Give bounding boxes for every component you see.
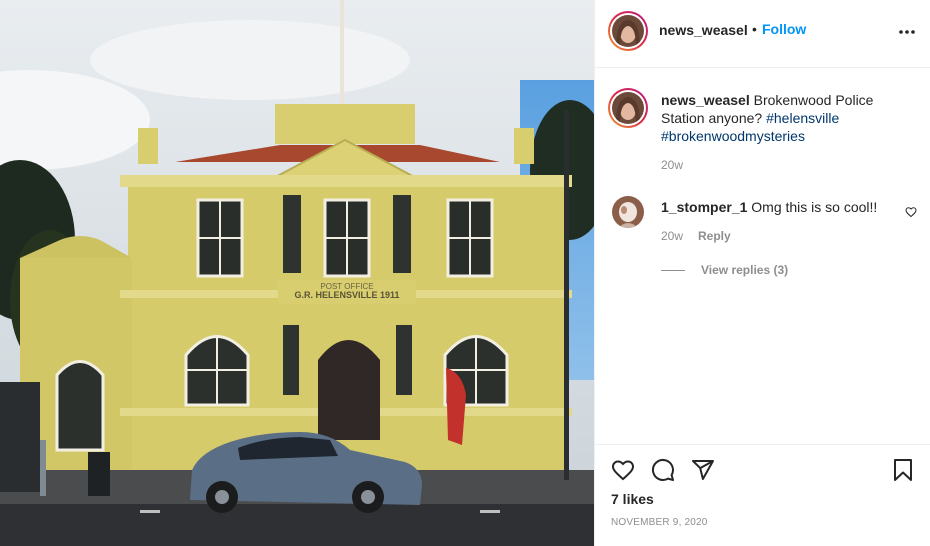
separator-dot: • (752, 21, 757, 37)
post-actions: 7 likes NOVEMBER 9, 2020 (595, 444, 930, 546)
heart-icon[interactable] (611, 458, 635, 482)
post-details-panel: news_weasel • Follow news_weasel Brokenw… (594, 0, 930, 546)
caption-avatar-image (612, 92, 644, 124)
author-username[interactable]: news_weasel (659, 22, 748, 38)
author-avatar-image (612, 15, 644, 47)
comment-timestamp[interactable]: 20w (661, 229, 683, 243)
share-icon[interactable] (691, 458, 715, 482)
comment-text: 1_stomper_1 Omg this is so cool!! (661, 198, 891, 216)
view-replies-button[interactable]: View replies (3) (661, 263, 788, 277)
post-date[interactable]: NOVEMBER 9, 2020 (611, 517, 708, 528)
post-photo[interactable]: POST OFFICE G.R. HELENSVILLE 1911 (0, 0, 594, 546)
commenter-avatar[interactable] (612, 196, 644, 228)
police-station-photo: POST OFFICE G.R. HELENSVILLE 1911 (0, 0, 594, 546)
hashtag-brokenwoodmysteries[interactable]: #brokenwoodmysteries (661, 128, 805, 144)
caption-author-avatar[interactable] (608, 88, 648, 128)
caption-timestamp[interactable]: 20w (661, 158, 683, 172)
more-options-icon[interactable] (895, 22, 919, 42)
commenter-avatar-image (612, 196, 644, 228)
sign-line-2: G.R. HELENSVILLE 1911 (294, 290, 399, 300)
reply-button[interactable]: Reply (698, 229, 731, 243)
comment-icon[interactable] (651, 458, 675, 482)
comment-body: Omg this is so cool!! (751, 199, 878, 215)
post-header: news_weasel • Follow (595, 0, 930, 68)
heart-small-icon[interactable] (905, 206, 917, 218)
bookmark-icon[interactable] (891, 458, 915, 482)
view-replies-label: View replies (3) (701, 263, 789, 277)
caption-username[interactable]: news_weasel (661, 92, 750, 108)
likes-count[interactable]: 7 likes (611, 491, 654, 507)
hashtag-helensville[interactable]: #helensville (766, 110, 839, 126)
view-replies-line (661, 269, 685, 271)
caption-text: news_weasel Brokenwood Police Station an… (661, 91, 911, 145)
author-avatar[interactable] (608, 11, 648, 51)
commenter-username[interactable]: 1_stomper_1 (661, 199, 747, 215)
follow-button[interactable]: Follow (762, 21, 806, 37)
